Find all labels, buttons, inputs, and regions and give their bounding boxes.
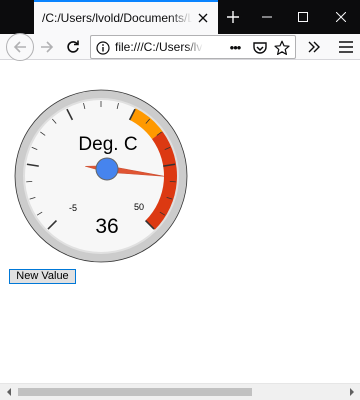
gauge-unit-label: Deg. C bbox=[78, 134, 137, 155]
url-text[interactable]: file:///C:/Users/lv bbox=[115, 40, 203, 54]
tab-strip: /C:/Users/lvold/Documents/Lucste bbox=[0, 0, 360, 34]
browser-tab[interactable]: /C:/Users/lvold/Documents/Lucste bbox=[34, 0, 218, 34]
forward-arrow-icon[interactable] bbox=[34, 34, 60, 60]
page-viewport: Deg. C -5 50 36 New Value bbox=[0, 61, 360, 383]
maximize-icon[interactable] bbox=[284, 0, 322, 34]
star-icon[interactable] bbox=[273, 39, 291, 57]
gauge-max-label: 50 bbox=[134, 202, 144, 212]
minimize-icon[interactable] bbox=[248, 0, 286, 34]
temperature-gauge: Deg. C -5 50 36 bbox=[14, 89, 188, 263]
plus-icon[interactable] bbox=[220, 4, 246, 30]
navigation-toolbar: file:///C:/Users/lv ••• bbox=[0, 33, 360, 61]
gauge-value-readout: 36 bbox=[95, 215, 118, 238]
chevron-double-right-icon[interactable] bbox=[301, 34, 327, 60]
tab-title: /C:/Users/lvold/Documents/Lucste bbox=[42, 11, 192, 25]
scroll-left-icon[interactable] bbox=[0, 384, 17, 400]
hamburger-menu-icon[interactable] bbox=[333, 34, 359, 60]
page-actions-icon[interactable]: ••• bbox=[224, 39, 246, 57]
reload-icon[interactable] bbox=[60, 34, 86, 60]
close-window-icon[interactable] bbox=[322, 0, 360, 34]
horizontal-scrollbar[interactable] bbox=[0, 383, 360, 400]
url-bar[interactable]: file:///C:/Users/lv ••• bbox=[90, 35, 296, 59]
scroll-right-icon[interactable] bbox=[343, 384, 360, 400]
gauge-min-label: -5 bbox=[69, 203, 77, 213]
new-value-button[interactable]: New Value bbox=[9, 269, 76, 284]
info-icon[interactable] bbox=[94, 39, 112, 57]
scrollbar-thumb[interactable] bbox=[18, 388, 252, 396]
back-arrow-icon[interactable] bbox=[6, 33, 34, 61]
gauge-hub bbox=[95, 157, 119, 181]
close-icon[interactable] bbox=[196, 11, 210, 25]
pocket-icon[interactable] bbox=[251, 39, 269, 57]
